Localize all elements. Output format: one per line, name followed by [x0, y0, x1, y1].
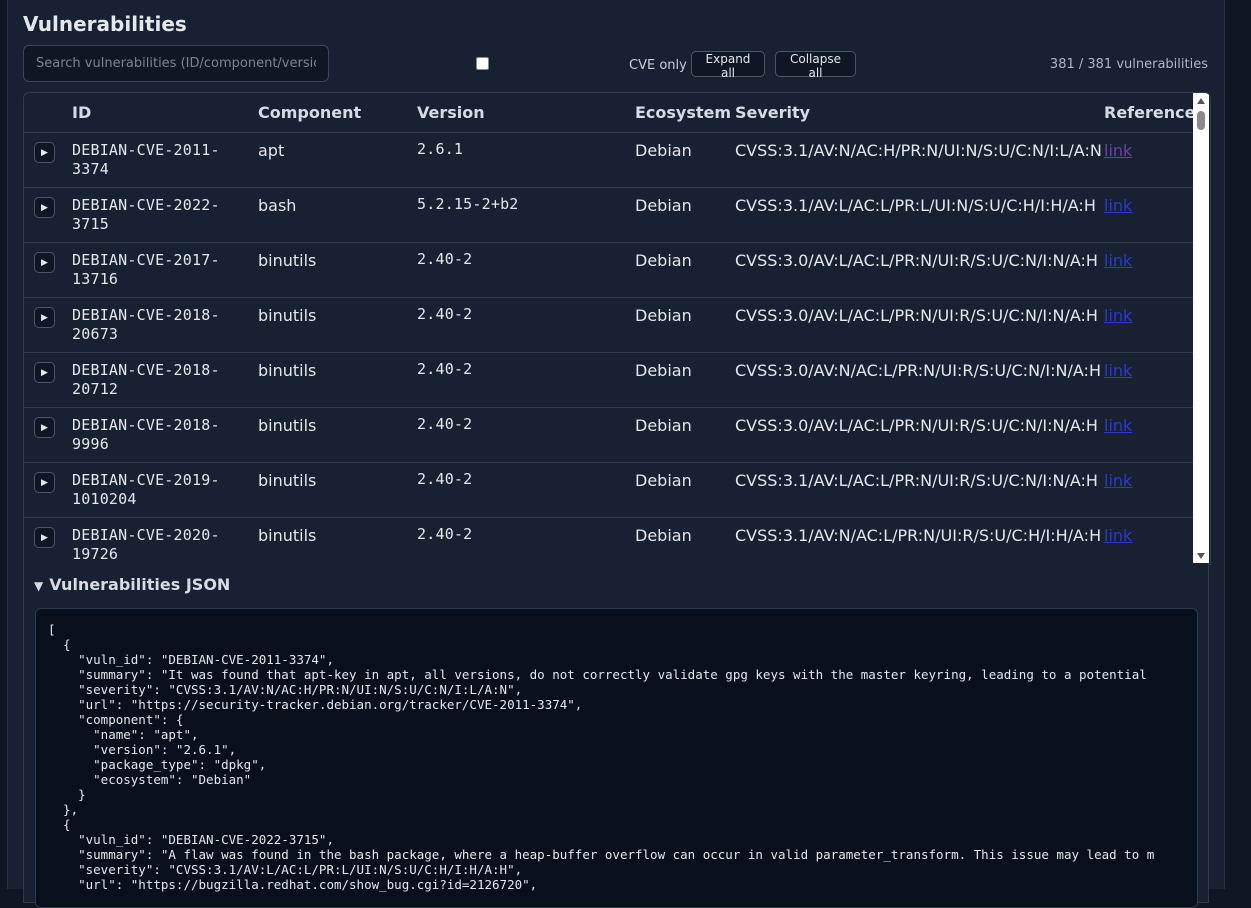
component-version: 5.2.15-2+b2: [417, 195, 519, 213]
header-severity[interactable]: Severity: [735, 103, 810, 122]
reference-link[interactable]: link: [1104, 526, 1132, 545]
header-ecosystem[interactable]: Ecosystem: [635, 103, 731, 122]
vulnerabilities-json-section: ▼ Vulnerabilities JSON [ { "vuln_id": "DE…: [23, 563, 1209, 908]
table-scrollbar[interactable]: [1193, 93, 1209, 564]
table-row: ▶ DEBIAN-CVE-2018-9996 binutils 2.40-2 D…: [24, 407, 1193, 463]
expand-row-toggle[interactable]: ▶: [34, 527, 55, 548]
table-header: ID Component Version Ecosystem Severity …: [24, 93, 1195, 133]
expand-row-toggle[interactable]: ▶: [34, 307, 55, 328]
json-code-block: [ { "vuln_id": "DEBIAN-CVE-2011-3374", "…: [35, 608, 1198, 908]
vuln-id: DEBIAN-CVE-2018-20712: [72, 361, 220, 398]
component-name: apt: [258, 141, 285, 160]
severity: CVSS:3.0/AV:L/AC:L/PR:N/UI:R/S:U/C:N/I:N…: [735, 251, 1098, 270]
header-reference[interactable]: Reference: [1104, 103, 1195, 122]
reference-link[interactable]: link: [1104, 361, 1132, 380]
component-name: binutils: [258, 306, 317, 325]
ecosystem: Debian: [635, 361, 692, 380]
table-row: ▶ DEBIAN-CVE-2018-20673 binutils 2.40-2 …: [24, 297, 1193, 353]
vuln-id: DEBIAN-CVE-2018-20673: [72, 306, 220, 343]
scrollbar-thumb[interactable]: [1197, 111, 1205, 130]
component-version: 2.40-2: [417, 305, 473, 323]
reference-link[interactable]: link: [1104, 251, 1132, 270]
component-version: 2.6.1: [417, 140, 464, 158]
search-input[interactable]: [23, 45, 329, 82]
cve-only-label: CVE only: [629, 58, 687, 73]
ecosystem: Debian: [635, 416, 692, 435]
expand-row-toggle[interactable]: ▶: [34, 252, 55, 273]
severity: CVSS:3.1/AV:L/AC:L/PR:L/UI:N/S:U/C:H/I:H…: [735, 196, 1096, 215]
component-name: binutils: [258, 361, 317, 380]
reference-link[interactable]: link: [1104, 141, 1132, 160]
vuln-id: DEBIAN-CVE-2020-19726: [72, 526, 220, 563]
component-name: binutils: [258, 251, 317, 270]
header-id[interactable]: ID: [72, 103, 91, 122]
ecosystem: Debian: [635, 251, 692, 270]
table-row: ▶ DEBIAN-CVE-2017-13716 binutils 2.40-2 …: [24, 242, 1193, 298]
table-row: ▶ DEBIAN-CVE-2011-3374 apt 2.6.1 Debian …: [24, 132, 1193, 188]
json-section-title: Vulnerabilities JSON: [49, 575, 231, 594]
ecosystem: Debian: [635, 306, 692, 325]
severity: CVSS:3.0/AV:N/AC:L/PR:N/UI:R/S:U/C:N/I:N…: [735, 361, 1101, 380]
reference-link[interactable]: link: [1104, 306, 1132, 325]
component-name: binutils: [258, 526, 317, 545]
severity: CVSS:3.1/AV:N/AC:L/PR:N/UI:R/S:U/C:H/I:H…: [735, 526, 1102, 545]
component-version: 2.40-2: [417, 250, 473, 268]
table-row: ▶ DEBIAN-CVE-2022-3715 bash 5.2.15-2+b2 …: [24, 187, 1193, 243]
reference-link[interactable]: link: [1104, 416, 1132, 435]
ecosystem: Debian: [635, 141, 692, 160]
expand-row-toggle[interactable]: ▶: [34, 472, 55, 493]
vuln-id: DEBIAN-CVE-2019-1010204: [72, 471, 220, 508]
disclosure-triangle-icon: ▼: [34, 579, 44, 593]
json-section-toggle[interactable]: ▼ Vulnerabilities JSON: [34, 575, 230, 594]
expand-row-toggle[interactable]: ▶: [34, 362, 55, 383]
ecosystem: Debian: [635, 471, 692, 490]
component-version: 2.40-2: [417, 470, 473, 488]
cve-only-checkbox[interactable]: [476, 57, 489, 70]
page-title: Vulnerabilities: [23, 12, 187, 36]
reference-link[interactable]: link: [1104, 471, 1132, 490]
reference-link[interactable]: link: [1104, 196, 1132, 215]
collapse-all-button[interactable]: Collapse all: [775, 51, 856, 80]
vuln-id: DEBIAN-CVE-2017-13716: [72, 251, 220, 288]
vuln-id: DEBIAN-CVE-2011-3374: [72, 141, 220, 178]
scroll-down-arrow-icon[interactable]: [1197, 553, 1205, 559]
expand-row-toggle[interactable]: ▶: [34, 142, 55, 163]
ecosystem: Debian: [635, 526, 692, 545]
component-name: bash: [258, 196, 297, 215]
vulnerabilities-table: ID Component Version Ecosystem Severity …: [23, 92, 1211, 565]
expand-all-button[interactable]: Expand all: [691, 51, 765, 80]
header-component[interactable]: Component: [258, 103, 361, 122]
severity: CVSS:3.1/AV:L/AC:L/PR:N/UI:R/S:U/C:N/I:N…: [735, 471, 1098, 490]
severity: CVSS:3.1/AV:N/AC:H/PR:N/UI:N/S:U/C:N/I:L…: [735, 141, 1102, 160]
component-name: binutils: [258, 471, 317, 490]
vuln-id: DEBIAN-CVE-2018-9996: [72, 416, 220, 453]
ecosystem: Debian: [635, 196, 692, 215]
vulnerability-count: 381 / 381 vulnerabilities: [1049, 57, 1208, 72]
scroll-up-arrow-icon[interactable]: [1197, 98, 1205, 104]
vuln-id: DEBIAN-CVE-2022-3715: [72, 196, 220, 233]
component-version: 2.40-2: [417, 360, 473, 378]
table-row: ▶ DEBIAN-CVE-2020-19726 binutils 2.40-2 …: [24, 517, 1193, 564]
severity: CVSS:3.0/AV:L/AC:L/PR:N/UI:R/S:U/C:N/I:N…: [735, 416, 1098, 435]
component-version: 2.40-2: [417, 525, 473, 543]
table-row: ▶ DEBIAN-CVE-2018-20712 binutils 2.40-2 …: [24, 352, 1193, 408]
component-name: binutils: [258, 416, 317, 435]
table-row: ▶ DEBIAN-CVE-2019-1010204 binutils 2.40-…: [24, 462, 1193, 518]
expand-row-toggle[interactable]: ▶: [34, 197, 55, 218]
component-version: 2.40-2: [417, 415, 473, 433]
severity: CVSS:3.0/AV:L/AC:L/PR:N/UI:R/S:U/C:N/I:N…: [735, 306, 1098, 325]
header-version[interactable]: Version: [417, 103, 485, 122]
expand-row-toggle[interactable]: ▶: [34, 417, 55, 438]
